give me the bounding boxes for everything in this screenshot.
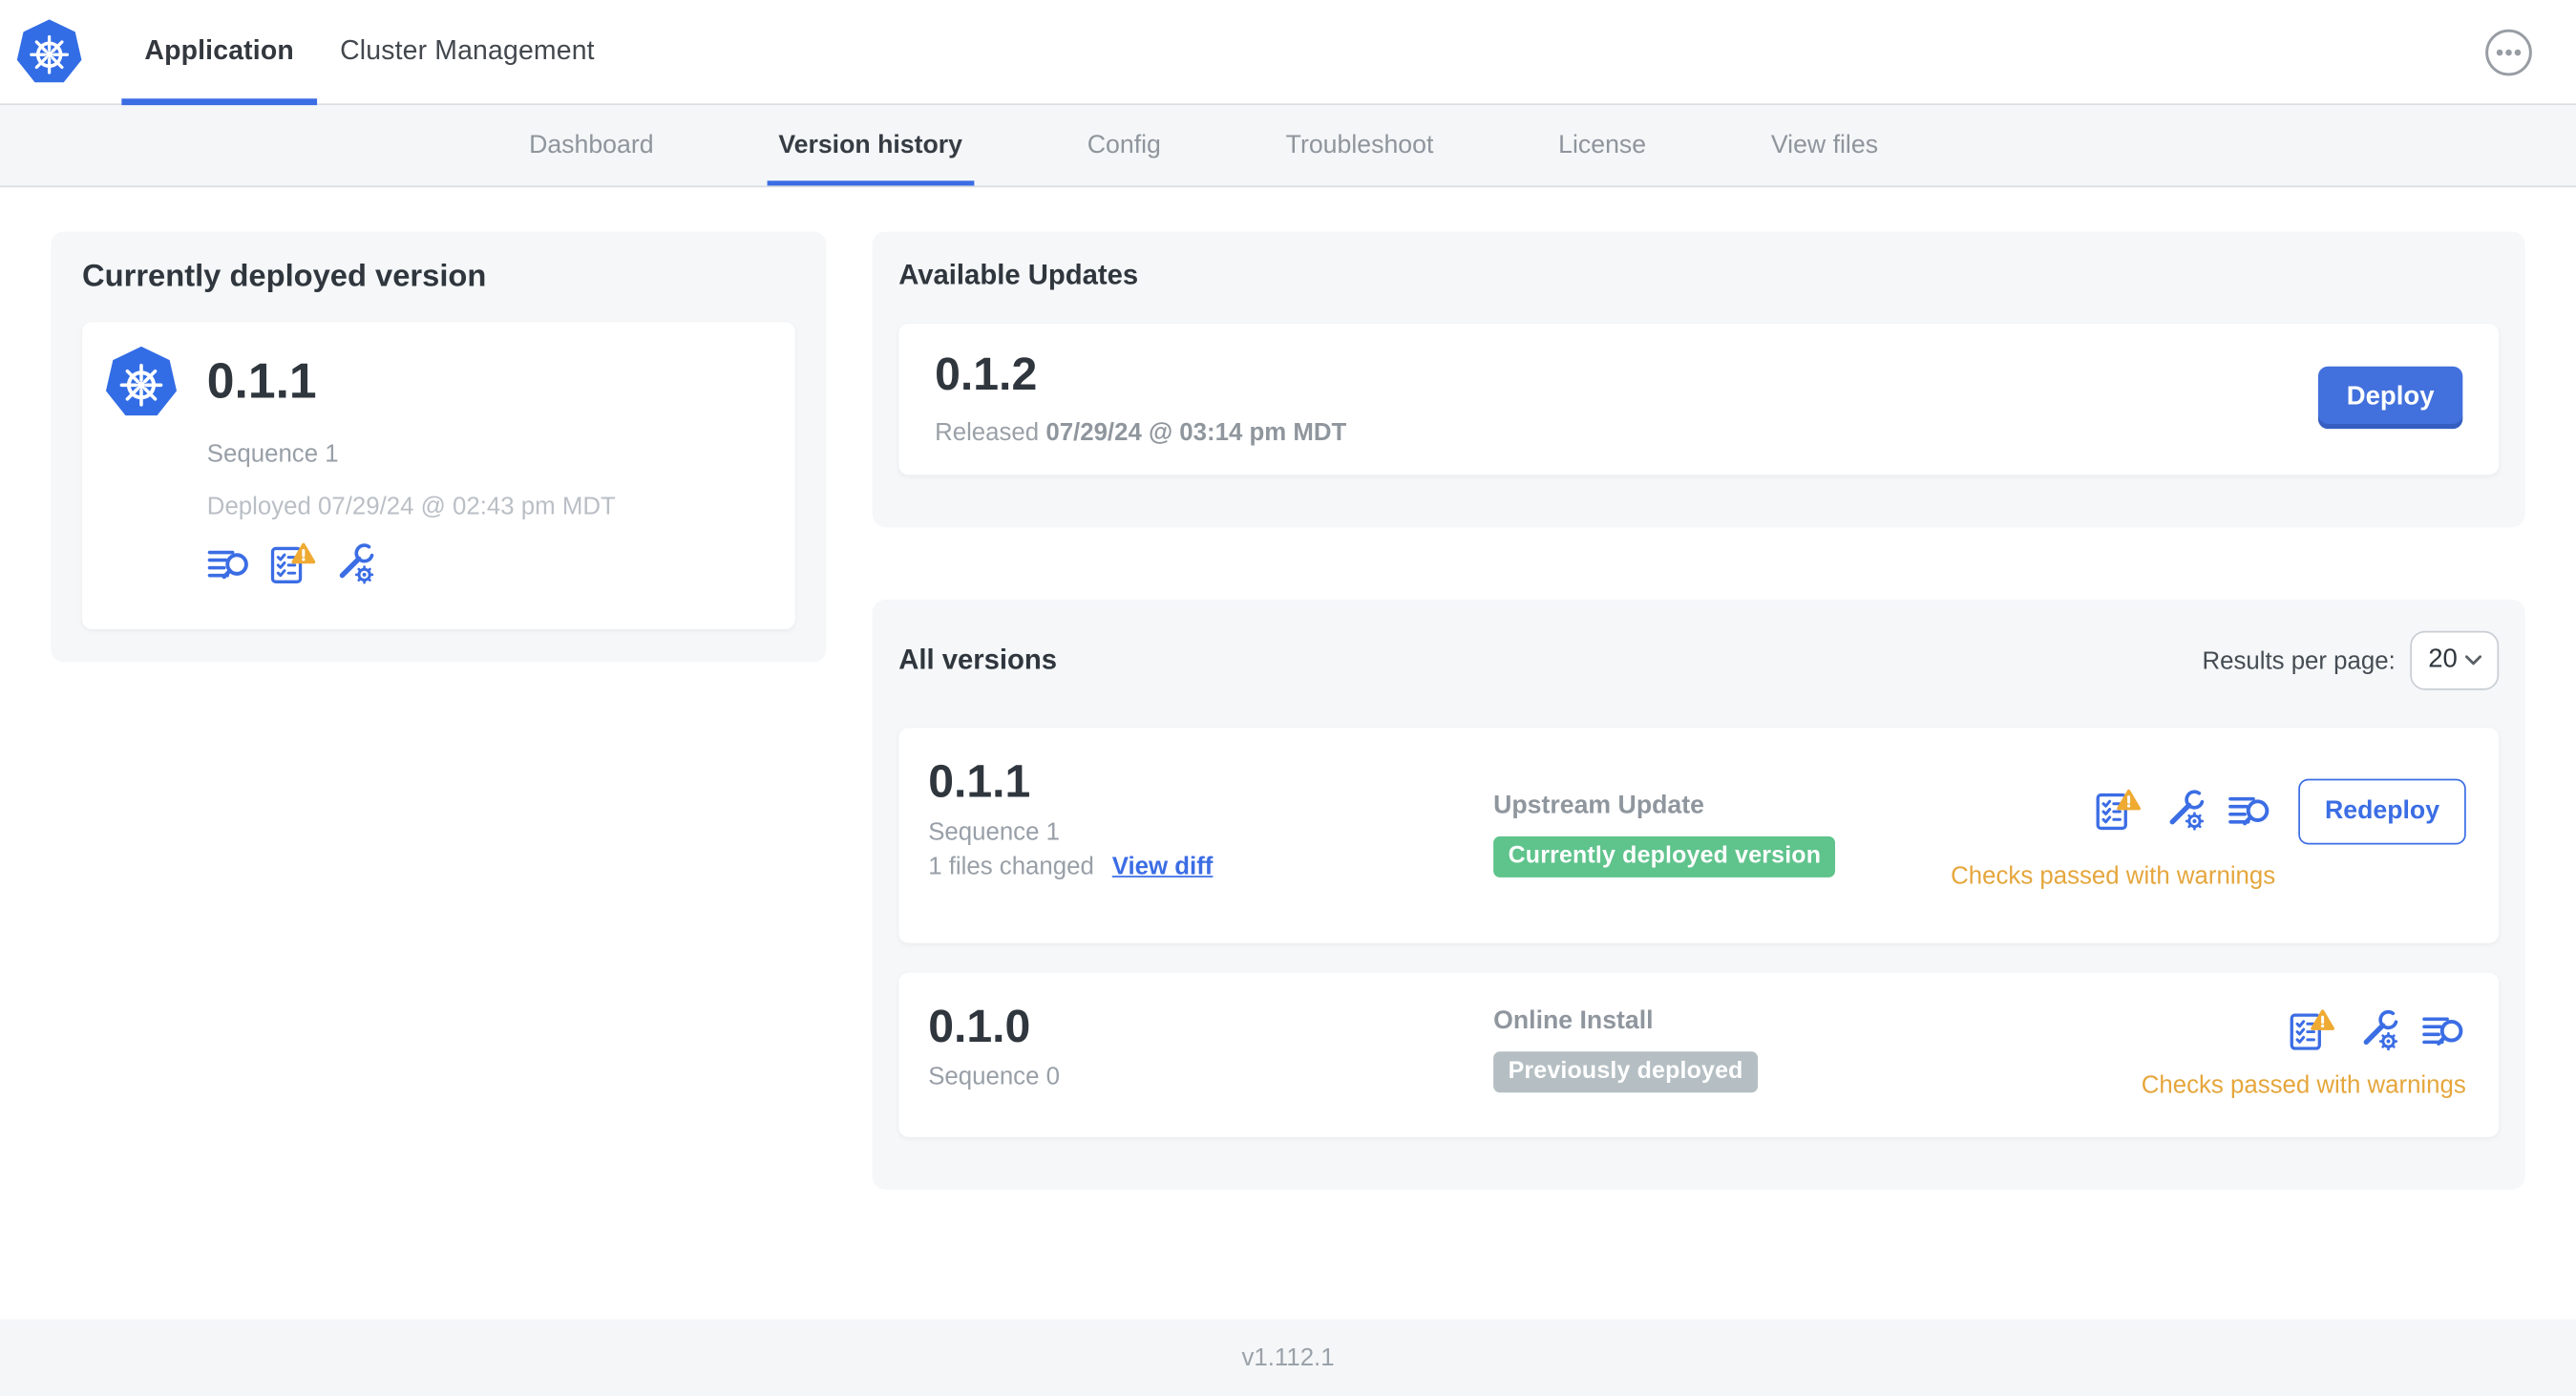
app-subnav: Dashboard Version history Config Trouble… — [0, 105, 2576, 188]
version-source-type: Upstream Update — [1493, 792, 1704, 820]
preflight-checks-warning-icon[interactable] — [267, 542, 315, 586]
console-version: v1.112.1 — [1241, 1343, 1335, 1372]
tab-cluster-management[interactable]: Cluster Management — [317, 0, 618, 104]
files-changed-text: 1 files changed — [928, 853, 1094, 881]
all-versions-title: All versions — [898, 644, 1058, 676]
results-per-page: Results per page: 20 — [2202, 630, 2500, 690]
subnav-tab-config[interactable]: Config — [1087, 105, 1161, 185]
release-notes-icon[interactable] — [207, 542, 251, 586]
subnav-tab-dashboard[interactable]: Dashboard — [529, 105, 653, 185]
results-per-page-value: 20 — [2428, 645, 2458, 674]
subnav-tab-troubleshoot[interactable]: Troubleshoot — [1286, 105, 1434, 185]
subnav-tab-license[interactable]: License — [1558, 105, 1646, 185]
currently-deployed-card: Currently deployed version 0.1.1 Sequenc… — [51, 231, 827, 663]
release-notes-icon[interactable] — [2228, 789, 2271, 833]
version-source-type: Online Install — [1493, 1006, 1654, 1036]
deployed-actions — [207, 542, 769, 586]
edit-config-icon[interactable] — [2355, 1008, 2399, 1052]
version-row: 0.1.1 Sequence 1 1 files changed View di… — [898, 728, 2500, 943]
primary-nav: Application Cluster Management — [121, 0, 618, 105]
row-sequence: Sequence 1 — [928, 817, 1060, 847]
deployed-status-badge: Currently deployed version — [1493, 835, 1836, 878]
deployed-version-tile: 0.1.1 Sequence 1 Deployed 07/29/24 @ 02:… — [82, 322, 795, 630]
edit-config-icon[interactable] — [2162, 789, 2206, 833]
row-version-number: 0.1.0 — [928, 1000, 1031, 1052]
subnav-tab-view-files[interactable]: View files — [1771, 105, 1878, 185]
tab-cluster-management-label: Cluster Management — [340, 35, 595, 66]
all-versions-card: All versions Results per page: 20 0.1.1 … — [872, 600, 2525, 1190]
results-per-page-select[interactable]: 20 — [2410, 630, 2500, 690]
currently-deployed-title: Currently deployed version — [82, 259, 487, 295]
tab-application-label: Application — [144, 35, 294, 66]
app-window: Application Cluster Management Dashboard… — [0, 0, 2576, 1396]
right-column: Available Updates 0.1.2 Released 07/29/2… — [872, 231, 2525, 1190]
version-row: 0.1.0 Sequence 0 Online Install Previous… — [898, 972, 2500, 1137]
released-timestamp: 07/29/24 @ 03:14 pm MDT — [1045, 418, 1347, 448]
deployed-sequence: Sequence 1 — [206, 440, 339, 469]
deployed-timestamp: Deployed 07/29/24 @ 02:43 pm MDT — [206, 493, 616, 521]
chevron-down-icon — [2464, 654, 2482, 667]
edit-config-icon[interactable] — [332, 542, 376, 586]
subnav-tab-version-history[interactable]: Version history — [767, 105, 975, 186]
kubernetes-logo-icon — [14, 17, 83, 86]
tab-application[interactable]: Application — [121, 0, 317, 105]
available-updates-card: Available Updates 0.1.2 Released 07/29/2… — [872, 231, 2525, 528]
preflight-status-text[interactable]: Checks passed with warnings — [2142, 1070, 2466, 1098]
preflight-checks-warning-icon[interactable] — [2093, 789, 2141, 833]
footer: v1.112.1 — [0, 1319, 2576, 1396]
update-version-number: 0.1.2 — [935, 348, 1038, 400]
top-header: Application Cluster Management — [0, 0, 2576, 106]
ellipsis-icon — [2484, 27, 2534, 76]
redeploy-button[interactable]: Redeploy — [2298, 777, 2466, 844]
view-diff-link[interactable]: View diff — [1112, 853, 1214, 880]
released-label: Released — [935, 418, 1040, 448]
main-content: Currently deployed version 0.1.1 Sequenc… — [0, 187, 2576, 1190]
deployed-status-badge: Previously deployed — [1493, 1051, 1759, 1093]
deployed-version-number: 0.1.1 — [206, 354, 317, 410]
row-version-number: 0.1.1 — [928, 755, 1031, 807]
deploy-button[interactable]: Deploy — [2317, 366, 2463, 430]
update-row: 0.1.2 Released 07/29/24 @ 03:14 pm MDT D… — [898, 323, 2500, 476]
app-icon — [103, 345, 179, 420]
results-per-page-label: Results per page: — [2202, 646, 2396, 675]
preflight-status-text[interactable]: Checks passed with warnings — [1951, 862, 2275, 890]
overflow-menu-button[interactable] — [2484, 27, 2534, 76]
release-notes-icon[interactable] — [2421, 1008, 2465, 1052]
update-released-line: Released 07/29/24 @ 03:14 pm MDT — [935, 419, 1346, 447]
available-updates-title: Available Updates — [898, 259, 1139, 291]
row-sequence: Sequence 0 — [928, 1063, 1060, 1091]
preflight-checks-warning-icon[interactable] — [2287, 1008, 2334, 1052]
